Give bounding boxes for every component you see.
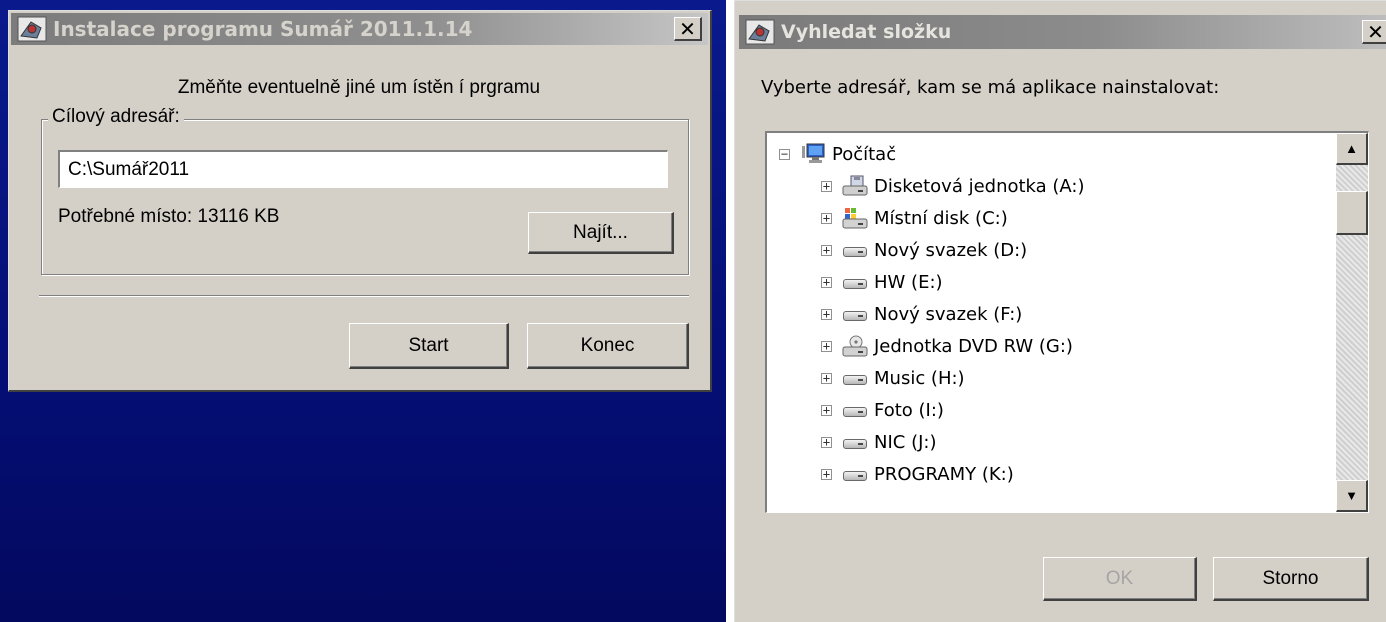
tree-scrollbar[interactable]: ▲ ▼: [1336, 133, 1368, 512]
expand-icon[interactable]: +: [821, 180, 832, 192]
app-icon: [17, 16, 47, 42]
expand-icon[interactable]: +: [821, 404, 832, 416]
floppy-drive-icon: [842, 175, 868, 197]
tree-item-computer[interactable]: − Počítač: [779, 139, 896, 169]
expand-icon[interactable]: +: [821, 340, 832, 352]
folder-tree[interactable]: − Počítač + Disketová jednotka (A:) + Mí…: [765, 131, 1369, 513]
tree-item-label: Nový svazek (D:): [874, 239, 1028, 261]
folder-prompt: Vyberte adresář, kam se má aplikace nain…: [761, 77, 1220, 98]
expand-icon[interactable]: +: [821, 436, 832, 448]
hard-drive-icon: [842, 399, 868, 421]
browse-folder-window: Vyhledat složku ✕ Vyberte adresář, kam s…: [734, 0, 1386, 622]
dvd-drive-icon: [842, 335, 868, 357]
installer-title: Instalace programu Sumář 2011.1.14: [53, 17, 473, 41]
close-icon: ✕: [679, 16, 696, 41]
browse-folder-close-button[interactable]: ✕: [1362, 20, 1386, 44]
expand-icon[interactable]: +: [821, 212, 832, 224]
target-path-input[interactable]: [58, 150, 668, 188]
arrow-down-icon: ▼: [1345, 488, 1358, 503]
tree-item-drive-c[interactable]: + Místní disk (C:): [821, 203, 1008, 233]
tree-item-label: Nový svazek (F:): [874, 303, 1023, 325]
collapse-icon[interactable]: −: [779, 148, 790, 160]
find-button[interactable]: Najít...: [528, 212, 674, 254]
tree-item-label: Místní disk (C:): [874, 207, 1008, 229]
scroll-down-button[interactable]: ▼: [1336, 480, 1368, 512]
ok-button[interactable]: OK: [1043, 557, 1197, 601]
app-icon: [745, 19, 775, 45]
storno-button[interactable]: Storno: [1213, 557, 1369, 601]
browse-folder-title: Vyhledat složku: [781, 21, 952, 43]
hard-drive-icon: [842, 239, 868, 261]
expand-icon[interactable]: +: [821, 244, 832, 256]
computer-icon: [800, 143, 826, 165]
konec-button[interactable]: Konec: [527, 323, 689, 369]
installer-close-button[interactable]: ✕: [674, 17, 702, 41]
tree-item-label: NIC (J:): [874, 431, 937, 453]
arrow-up-icon: ▲: [1345, 141, 1358, 156]
expand-icon[interactable]: +: [821, 276, 832, 288]
expand-icon[interactable]: +: [821, 468, 832, 480]
expand-icon[interactable]: +: [821, 308, 832, 320]
tree-item-drive-g[interactable]: + Jednotka DVD RW (G:): [821, 331, 1073, 361]
start-button[interactable]: Start: [349, 323, 509, 369]
tree-item-drive-j[interactable]: + NIC (J:): [821, 427, 936, 457]
scroll-up-button[interactable]: ▲: [1336, 133, 1368, 165]
screenshot-divider: [726, 0, 734, 622]
scrollbar-thumb[interactable]: [1336, 191, 1368, 235]
tree-item-label: Disketová jednotka (A:): [874, 175, 1085, 197]
tree-item-drive-h[interactable]: + Music (H:): [821, 363, 965, 393]
tree-item-label: Music (H:): [874, 367, 965, 389]
tree-item-label: PROGRAMY (K:): [874, 463, 1014, 485]
tree-item-label: HW (E:): [874, 271, 943, 293]
browse-folder-titlebar[interactable]: Vyhledat složku ✕: [739, 15, 1386, 49]
required-space-text: Potřebné místo: 13116 KB: [58, 206, 280, 227]
installer-heading: Změňte eventuelně jiné um ístěn í prgram…: [177, 77, 541, 98]
tree-item-label: Jednotka DVD RW (G:): [874, 335, 1073, 357]
tree-item-label: Počítač: [832, 143, 897, 165]
tree-item-drive-a[interactable]: + Disketová jednotka (A:): [821, 171, 1085, 201]
target-directory-group: Cílový adresář: Potřebné místo: 13116 KB…: [41, 106, 689, 275]
tree-item-drive-i[interactable]: + Foto (I:): [821, 395, 944, 425]
tree-item-drive-d[interactable]: + Nový svazek (D:): [821, 235, 1027, 265]
expand-icon[interactable]: +: [821, 372, 832, 384]
tree-item-drive-k[interactable]: + PROGRAMY (K:): [821, 459, 1014, 489]
installer-window: Instalace programu Sumář 2011.1.14 ✕ Změ…: [8, 10, 712, 392]
installer-titlebar[interactable]: Instalace programu Sumář 2011.1.14 ✕: [11, 13, 708, 45]
target-directory-label: Cílový adresář:: [48, 106, 184, 128]
tree-item-drive-e[interactable]: + HW (E:): [821, 267, 943, 297]
separator-line: [39, 295, 689, 297]
hard-drive-icon: [842, 303, 868, 325]
hard-drive-icon: [842, 271, 868, 293]
tree-item-label: Foto (I:): [874, 399, 944, 421]
system-disk-icon: [842, 207, 868, 229]
hard-drive-icon: [842, 431, 868, 453]
tree-item-drive-f[interactable]: + Nový svazek (F:): [821, 299, 1022, 329]
close-icon: ✕: [1367, 19, 1384, 44]
hard-drive-icon: [842, 367, 868, 389]
hard-drive-icon: [842, 463, 868, 485]
